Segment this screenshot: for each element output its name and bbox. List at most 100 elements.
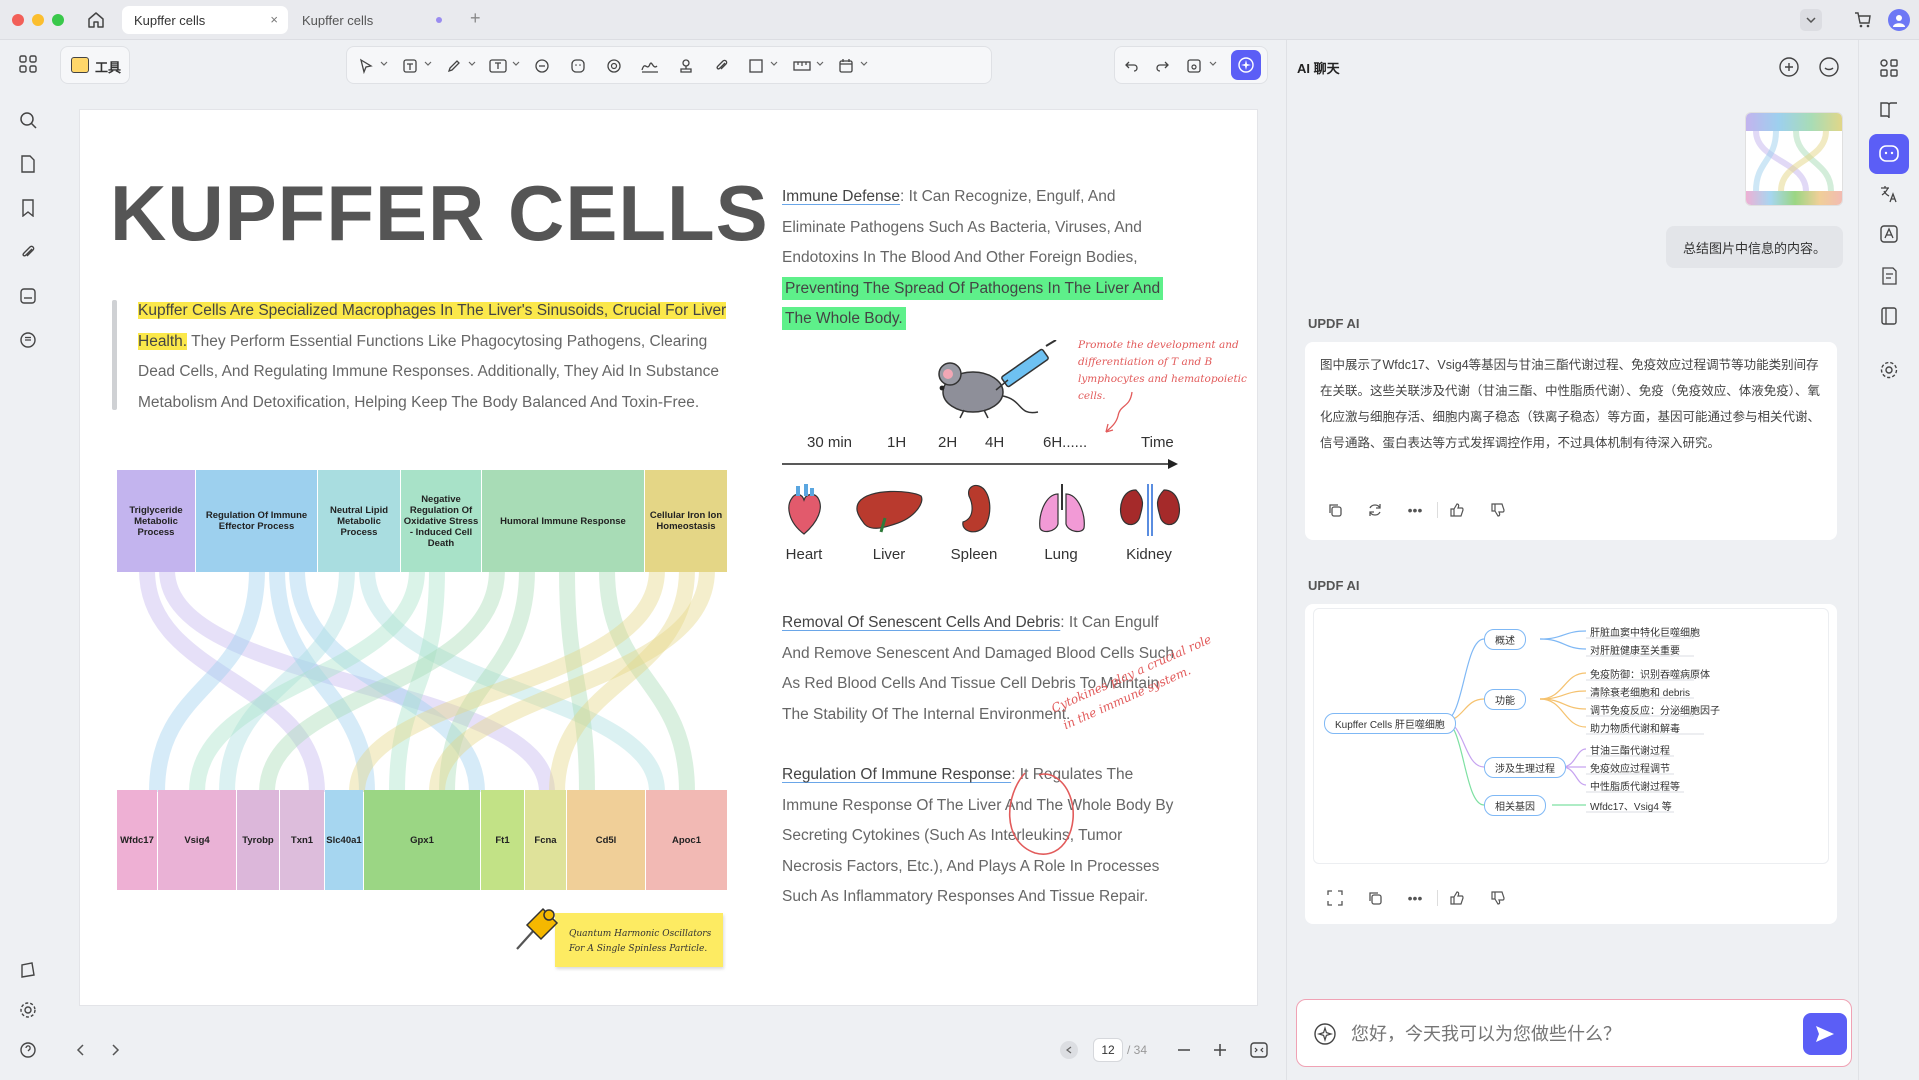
- pen-icon[interactable]: [443, 55, 465, 77]
- tab-kupffer-cells-active[interactable]: Kupffer cells ×: [122, 6, 288, 34]
- translate-icon[interactable]: [1877, 182, 1901, 206]
- ai-chat-active-button[interactable]: [1869, 134, 1909, 174]
- chevron-down-icon[interactable]: [380, 61, 388, 69]
- thumbs-down-icon[interactable]: [1488, 888, 1508, 908]
- page-up-chevron-icon[interactable]: [1060, 1041, 1078, 1059]
- annotation-arrow-icon: [1105, 391, 1133, 433]
- thumbs-up-icon[interactable]: [1447, 500, 1467, 520]
- chevron-down-icon[interactable]: [512, 61, 520, 69]
- undo-icon[interactable]: [1121, 55, 1143, 77]
- copy-icon[interactable]: [1365, 888, 1385, 908]
- paperclip-icon[interactable]: [711, 55, 733, 77]
- signature-icon[interactable]: [639, 55, 661, 77]
- new-chat-icon[interactable]: [1777, 55, 1801, 79]
- thumbs-up-icon[interactable]: [1447, 888, 1467, 908]
- immune-defense-text-1: : It Can Recognize, Engulf, And: [900, 188, 1116, 205]
- tab-list-chevron-icon[interactable]: [1800, 9, 1822, 31]
- settings-gear-icon[interactable]: [16, 998, 40, 1022]
- chevron-down-icon[interactable]: [1209, 61, 1217, 69]
- home-icon[interactable]: [85, 9, 107, 31]
- more-options-icon[interactable]: •••: [1405, 888, 1425, 908]
- save-icon[interactable]: [1183, 55, 1205, 77]
- apps-grid-icon[interactable]: [16, 52, 40, 76]
- attachment-icon[interactable]: [16, 240, 40, 264]
- expand-icon[interactable]: [1325, 888, 1345, 908]
- calendar-icon[interactable]: [835, 55, 857, 77]
- gene-slc40a1: Slc40a1: [325, 790, 363, 890]
- right-sidebar: [1858, 40, 1919, 1080]
- ai-name-label-2: UPDF AI: [1308, 578, 1360, 593]
- text-box-icon[interactable]: [399, 55, 421, 77]
- chevron-down-icon[interactable]: [860, 61, 868, 69]
- intro-text-3: Metabolism And Detoxification, Helping K…: [138, 393, 700, 411]
- more-options-icon[interactable]: •••: [1405, 500, 1425, 520]
- ai-mindmap-card: Kupffer Cells 肝巨噬细胞 概述 功能 涉及生理过程 相关基因 肝脏…: [1305, 604, 1837, 924]
- tab-kupffer-cells[interactable]: Kupffer cells: [290, 6, 456, 34]
- help-icon[interactable]: [16, 1038, 40, 1062]
- regulation-paragraph: Regulation Of Immune Response: It Regula…: [782, 760, 1182, 913]
- tools-button[interactable]: 工具: [60, 46, 130, 84]
- ai-assistant-button[interactable]: [1231, 50, 1261, 80]
- ocr-text-icon[interactable]: [1877, 222, 1901, 246]
- redo-icon[interactable]: [1151, 55, 1173, 77]
- layers-icon[interactable]: [16, 284, 40, 308]
- current-page-input[interactable]: 12: [1093, 1038, 1123, 1062]
- text-tool-icon[interactable]: [487, 55, 509, 77]
- chevron-down-icon[interactable]: [468, 61, 476, 69]
- immune-defense-paragraph: Immune Defense: It Can Recognize, Engulf…: [782, 182, 1182, 335]
- regulation-text-3: Secreting Cytokines (Such As Interleukin…: [782, 827, 1123, 844]
- mindmap-branch-function: 功能: [1484, 689, 1526, 710]
- book-icon[interactable]: [1877, 304, 1901, 328]
- chevron-down-icon[interactable]: [816, 61, 824, 69]
- ai-response-text: 图中展示了Wfdc17、Vsig4等基因与甘油三酯代谢过程、免疫效应过程调节等功…: [1320, 358, 1821, 450]
- maximize-window-button[interactable]: [52, 14, 64, 26]
- regenerate-icon[interactable]: [1365, 500, 1385, 520]
- liver-icon: [856, 490, 923, 533]
- ai-sparkle-icon[interactable]: [1311, 1020, 1339, 1048]
- search-icon[interactable]: [16, 108, 40, 132]
- sticky-note[interactable]: Quantum Harmonic Oscillators For A Singl…: [555, 913, 723, 967]
- apps-icon[interactable]: [1877, 56, 1901, 80]
- comment-bubble-icon[interactable]: [531, 55, 553, 77]
- form-edit-icon[interactable]: [1877, 264, 1901, 288]
- measure-ruler-icon[interactable]: [791, 55, 813, 77]
- send-button[interactable]: [1803, 1013, 1847, 1055]
- page-thumbnails-icon[interactable]: [16, 152, 40, 176]
- ai-name-label: UPDF AI: [1308, 316, 1360, 331]
- layers-stack-icon[interactable]: [16, 958, 40, 982]
- stamp-search-icon[interactable]: [603, 55, 625, 77]
- chevron-down-icon[interactable]: [770, 61, 778, 69]
- fit-page-icon[interactable]: [1248, 1039, 1270, 1061]
- new-tab-plus-icon[interactable]: +: [470, 8, 481, 29]
- thumbs-down-icon[interactable]: [1488, 500, 1508, 520]
- close-window-button[interactable]: [12, 14, 24, 26]
- chat-message-input[interactable]: [1351, 1020, 1771, 1048]
- rectangle-shape-icon[interactable]: [745, 55, 767, 77]
- reading-book-icon[interactable]: [1877, 98, 1901, 122]
- panel-settings-gear-icon[interactable]: [1877, 358, 1901, 382]
- zoom-out-icon[interactable]: [1174, 1040, 1194, 1060]
- next-page-icon[interactable]: [106, 1040, 126, 1060]
- comments-icon[interactable]: [16, 328, 40, 352]
- sticker-icon[interactable]: [567, 55, 589, 77]
- select-cursor-icon[interactable]: [355, 55, 377, 77]
- mindmap-canvas[interactable]: Kupffer Cells 肝巨噬细胞 概述 功能 涉及生理过程 相关基因 肝脏…: [1313, 608, 1829, 864]
- chevron-down-icon[interactable]: [424, 61, 432, 69]
- chat-history-icon[interactable]: [1817, 55, 1841, 79]
- copy-icon[interactable]: [1325, 500, 1345, 520]
- chat-input-box: [1296, 999, 1852, 1067]
- stamp-icon[interactable]: [675, 55, 697, 77]
- zoom-in-icon[interactable]: [1210, 1040, 1230, 1060]
- gene-wfdc17: Wfdc17: [117, 790, 157, 890]
- cart-icon[interactable]: [1852, 9, 1874, 31]
- mouse-syringe-illustration: [938, 340, 1057, 419]
- minimize-window-button[interactable]: [32, 14, 44, 26]
- uploaded-image-thumbnail[interactable]: [1745, 112, 1843, 206]
- left-sidebar: [0, 40, 56, 1080]
- bookmark-icon[interactable]: [16, 196, 40, 220]
- tab-close-icon[interactable]: ×: [270, 12, 278, 27]
- user-avatar[interactable]: [1888, 9, 1910, 31]
- intro-text-2: Dead Cells, And Regulating Immune Respon…: [138, 363, 720, 380]
- previous-page-icon[interactable]: [70, 1040, 90, 1060]
- mindmap-branch-process: 涉及生理过程: [1484, 757, 1566, 778]
